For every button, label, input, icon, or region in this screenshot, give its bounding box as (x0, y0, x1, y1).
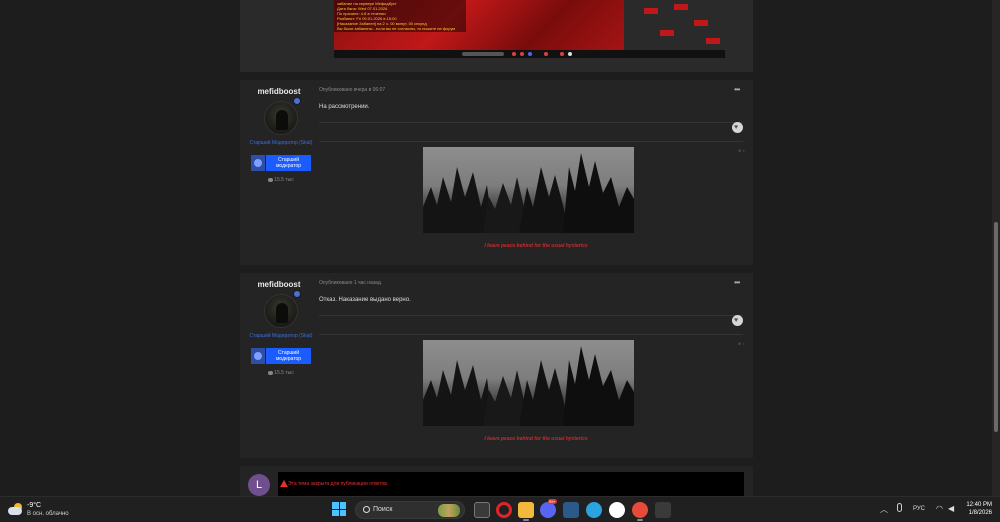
screenshot-search (462, 52, 504, 56)
reputation-value: 15.5 тыс (274, 370, 294, 376)
launcher-icon[interactable] (655, 502, 671, 518)
active-indicator (637, 519, 643, 521)
screenshot-dot (568, 52, 572, 56)
microphone-icon[interactable] (897, 503, 902, 512)
taskbar-search[interactable]: Поиск (355, 501, 465, 519)
forum-post: mefidboost Старший Модератор (Skat) Стар… (240, 273, 753, 458)
screenshot-dot (520, 52, 524, 56)
avatar[interactable] (264, 101, 298, 135)
rank-label: Старший модератор (266, 155, 311, 171)
topic-closed-text: Эта тема закрыта для публикации ответов. (288, 481, 389, 487)
author-column: mefidboost Старший Модератор (Skat) Стар… (240, 273, 317, 458)
screenshot-chat: забанил на сервере Мефидбуст Дата бана: … (334, 0, 466, 32)
embedded-screenshot[interactable]: забанил на сервере Мефидбуст Дата бана: … (334, 0, 725, 58)
comment-icon (268, 177, 274, 182)
divider (319, 315, 743, 316)
image-tag: ⊕ × (738, 148, 745, 153)
chat-icon[interactable] (563, 502, 579, 518)
divider (319, 122, 743, 123)
user-avatar[interactable]: L (248, 474, 270, 496)
post-date[interactable]: Опубликовано вчера в 06:07 (319, 87, 385, 93)
post-menu-button[interactable]: ••• (734, 278, 740, 287)
rank-badge: Старший модератор (251, 348, 311, 364)
comment-icon (268, 370, 274, 375)
post-body: На рассмотрении. (319, 104, 370, 110)
yandex-browser-icon[interactable] (632, 502, 648, 518)
discord-badge: 99+ (548, 499, 557, 504)
language-indicator[interactable]: РУС (913, 506, 925, 512)
search-highlight-icon (438, 504, 460, 517)
image-tag: ⊕ × (738, 341, 745, 346)
opera-icon[interactable] (496, 502, 512, 518)
post-menu-button[interactable]: ••• (734, 85, 740, 94)
author-name[interactable]: mefidboost (250, 280, 308, 289)
user-role: Старший Модератор (Skat) (249, 333, 313, 339)
scrollbar-thumb[interactable] (994, 222, 998, 432)
signature-text: I leave peace behind for the usual hyste… (484, 243, 588, 249)
start-button[interactable] (332, 502, 346, 516)
reputation: 15.5 тыс (256, 177, 306, 183)
search-icon (363, 506, 370, 513)
weather-icon[interactable] (8, 503, 24, 515)
page-scrollbar[interactable] (992, 0, 1000, 496)
tray-overflow-icon[interactable]: ︿ (880, 504, 888, 515)
reaction-button[interactable] (732, 122, 743, 133)
active-indicator (523, 519, 529, 521)
chat-line: Вы были забанены - если вы не согласны, … (337, 26, 456, 31)
taskbar: -9°C В осн. облачно Поиск 99+ ︿ РУС ◠ ◀ … (0, 496, 1000, 522)
avatar[interactable] (264, 294, 298, 328)
signature-text: I leave peace behind for the usual hyste… (484, 436, 588, 442)
search-label: Поиск (373, 506, 393, 513)
rank-label: Старший модератор (266, 348, 311, 364)
post-date[interactable]: Опубликовано 1 час назад. (319, 280, 382, 286)
author-name[interactable]: mefidboost (250, 87, 308, 96)
weather-temperature[interactable]: -9°C (27, 502, 41, 509)
user-badge-icon (293, 97, 301, 105)
task-view-icon[interactable] (474, 502, 490, 518)
post-body: Отказ. Наказание выдано верно. (319, 297, 411, 303)
screenshot-dot (544, 52, 548, 56)
screenshot-dot (512, 52, 516, 56)
wifi-icon[interactable]: ◠ (936, 504, 943, 513)
warning-icon (280, 480, 288, 487)
screenshot-dot (528, 52, 532, 56)
weather-condition[interactable]: В осн. облачно (27, 511, 69, 517)
yandex-icon[interactable] (609, 502, 625, 518)
reputation: 15.5 тыс (256, 370, 306, 376)
author-column: mefidboost Старший Модератор (Skat) Стар… (240, 80, 317, 265)
forum-post: mefidboost Старший Модератор (Skat) Стар… (240, 80, 753, 265)
signature-image (423, 147, 634, 233)
signature-divider (319, 141, 743, 142)
reaction-button[interactable] (732, 315, 743, 326)
screenshot-dark-wall (624, 0, 725, 50)
rank-icon (251, 155, 265, 171)
discord-icon[interactable] (540, 502, 556, 518)
forum-viewport: забанил на сервере Мефидбуст Дата бана: … (0, 0, 1000, 496)
file-explorer-icon[interactable] (518, 502, 534, 518)
volume-icon[interactable]: ◀ (948, 504, 954, 513)
reply-area: L Эта тема закрыта для публикации ответо… (240, 466, 753, 496)
signature-image (423, 340, 634, 426)
rank-icon (251, 348, 265, 364)
telegram-icon[interactable] (586, 502, 602, 518)
clock-date[interactable]: 1/8/2026 (962, 510, 992, 516)
screenshot-dot (560, 52, 564, 56)
clock-time[interactable]: 12:40 PM (962, 502, 992, 508)
user-role: Старший Модератор (Skat) (249, 140, 313, 146)
signature-divider (319, 334, 743, 335)
user-badge-icon (293, 290, 301, 298)
topic-closed-notice: Эта тема закрыта для публикации ответов. (278, 472, 744, 496)
rank-badge: Старший модератор (251, 155, 311, 171)
reputation-value: 15.5 тыс (274, 177, 294, 183)
